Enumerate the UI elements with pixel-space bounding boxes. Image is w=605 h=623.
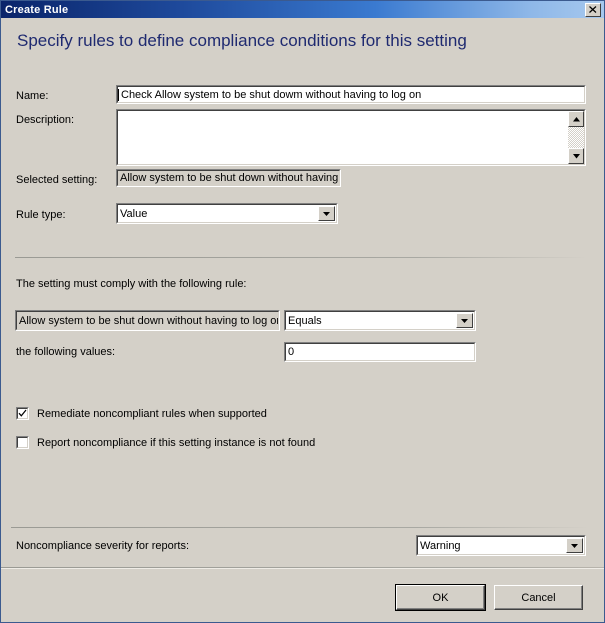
- cancel-button[interactable]: Cancel: [494, 585, 583, 610]
- selected-setting-label: Selected setting:: [16, 174, 98, 186]
- section-divider-bottom: [11, 527, 589, 528]
- ok-button-label: OK: [432, 591, 449, 604]
- name-input-value: Check Allow system to be shut dowm witho…: [121, 88, 422, 101]
- comply-instruction: The setting must comply with the followi…: [16, 278, 247, 290]
- close-icon[interactable]: [585, 2, 601, 17]
- cancel-button-label: Cancel: [521, 591, 556, 604]
- section-divider-top: [15, 257, 587, 258]
- severity-label: Noncompliance severity for reports:: [16, 540, 190, 552]
- report-checkbox-label: Report noncompliance if this setting ins…: [37, 436, 316, 449]
- chevron-down-icon[interactable]: [456, 313, 473, 328]
- remediate-checkbox-row[interactable]: Remediate noncompliant rules when suppor…: [16, 407, 267, 420]
- selected-setting-field: Allow system to be shut down without hav…: [116, 169, 341, 187]
- values-input[interactable]: 0: [284, 342, 476, 362]
- chevron-down-icon[interactable]: [566, 538, 583, 553]
- name-label: Name:: [16, 90, 49, 102]
- condition-setting-field: Allow system to be shut down without hav…: [15, 310, 280, 331]
- report-checkbox-row[interactable]: Report noncompliance if this setting ins…: [16, 436, 315, 449]
- condition-setting-value: Allow system to be shut down without hav…: [19, 314, 278, 327]
- description-scrollbar[interactable]: [568, 111, 584, 164]
- description-textarea-value: [118, 111, 120, 113]
- description-textarea[interactable]: [116, 109, 586, 166]
- severity-value: Warning: [420, 539, 461, 552]
- scroll-down-icon[interactable]: [568, 148, 584, 164]
- ok-button[interactable]: OK: [395, 584, 486, 611]
- description-label: Description:: [16, 114, 75, 126]
- name-input[interactable]: Check Allow system to be shut dowm witho…: [116, 85, 586, 104]
- remediate-checkbox-label: Remediate noncompliant rules when suppor…: [37, 407, 267, 420]
- values-label: the following values:: [16, 346, 116, 358]
- chevron-down-icon[interactable]: [318, 206, 335, 221]
- remediate-checkbox[interactable]: [16, 407, 29, 420]
- window-titlebar[interactable]: Create Rule: [1, 1, 604, 18]
- values-input-value: 0: [288, 346, 295, 358]
- rule-type-select[interactable]: Value: [116, 203, 338, 224]
- operator-value: Equals: [288, 314, 322, 327]
- operator-select[interactable]: Equals: [284, 310, 476, 331]
- window-title: Create Rule: [5, 3, 69, 16]
- rule-type-label: Rule type:: [16, 209, 66, 221]
- severity-select[interactable]: Warning: [416, 535, 586, 556]
- create-rule-dialog: Create Rule Specify rules to define comp…: [0, 0, 605, 623]
- report-checkbox[interactable]: [16, 436, 29, 449]
- selected-setting-value: Allow system to be shut down without hav…: [120, 172, 339, 184]
- rule-type-value: Value: [120, 207, 148, 220]
- page-title: Specify rules to define compliance condi…: [17, 31, 467, 50]
- scroll-up-icon[interactable]: [568, 111, 584, 127]
